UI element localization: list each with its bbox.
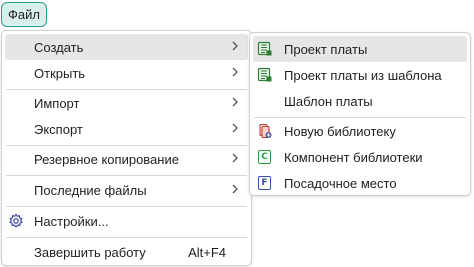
menu-separator [6, 237, 247, 238]
menu-item-label: Настройки... [34, 213, 109, 229]
menu-item-recent-files[interactable]: Последние файлы [5, 177, 248, 203]
menu-item-create[interactable]: Создать [5, 34, 248, 60]
submenu-item-board-project[interactable]: Проект платы [253, 36, 467, 62]
menu-item-label: Завершить работу [34, 244, 146, 260]
submenu-item-footprint[interactable]: F Посадочное место [253, 170, 467, 196]
menu-item-export[interactable]: Экспорт [5, 116, 248, 142]
submenu-item-label: Шаблон платы [284, 93, 373, 109]
chevron-right-icon [232, 67, 238, 77]
submenu-item-board-template[interactable]: Шаблон платы [253, 88, 467, 114]
submenu-item-label: Посадочное место [284, 175, 397, 191]
submenu-item-label: Новую библиотеку [284, 123, 396, 139]
board-project-icon [257, 41, 272, 56]
chevron-right-icon [232, 97, 238, 107]
footprint-icon-letter: F [258, 176, 271, 190]
menu-item-exit[interactable]: Завершить работу Alt+F4 [5, 239, 248, 265]
menu-item-label: Импорт [34, 95, 80, 111]
shortcut-label: Alt+F4 [188, 244, 226, 260]
chevron-right-icon [232, 123, 238, 133]
chevron-right-icon [232, 41, 238, 51]
submenu-item-board-project-from-template[interactable]: Проект платы из шаблона [253, 62, 467, 88]
menu-item-label: Открыть [34, 65, 86, 81]
chevron-right-icon [232, 153, 238, 163]
library-icon [259, 123, 272, 139]
menu-item-open[interactable]: Открыть [5, 60, 248, 86]
menu-separator [6, 175, 247, 176]
file-menu-button[interactable]: Файл [1, 2, 47, 27]
footprint-icon: F [258, 176, 274, 192]
board-template-project-icon [257, 67, 272, 82]
component-icon-letter: C [258, 150, 271, 164]
submenu-item-library-component[interactable]: C Компонент библиотеки [253, 144, 467, 170]
menu-separator [6, 206, 247, 207]
submenu-item-label: Проект платы из шаблона [284, 67, 442, 83]
gear-icon [9, 213, 23, 228]
submenu-item-new-library[interactable]: Новую библиотеку [253, 118, 467, 144]
chevron-right-icon [232, 184, 238, 194]
menu-item-label: Последние файлы [34, 182, 147, 198]
component-icon: C [258, 150, 274, 166]
file-menu: Создать Открыть Импорт Экспорт Резервное… [1, 30, 252, 266]
menu-item-import[interactable]: Импорт [5, 90, 248, 116]
submenu-item-label: Проект платы [284, 41, 368, 57]
menu-item-settings[interactable]: Настройки... [5, 208, 248, 234]
menu-item-label: Резервное копирование [34, 151, 179, 167]
create-submenu: Проект платы Проект платы из шаблона Шаб… [249, 32, 471, 196]
menu-item-label: Экспорт [34, 121, 83, 137]
submenu-item-label: Компонент библиотеки [284, 149, 423, 165]
menu-item-label: Создать [34, 39, 84, 55]
menu-item-backup[interactable]: Резервное копирование [5, 146, 248, 172]
